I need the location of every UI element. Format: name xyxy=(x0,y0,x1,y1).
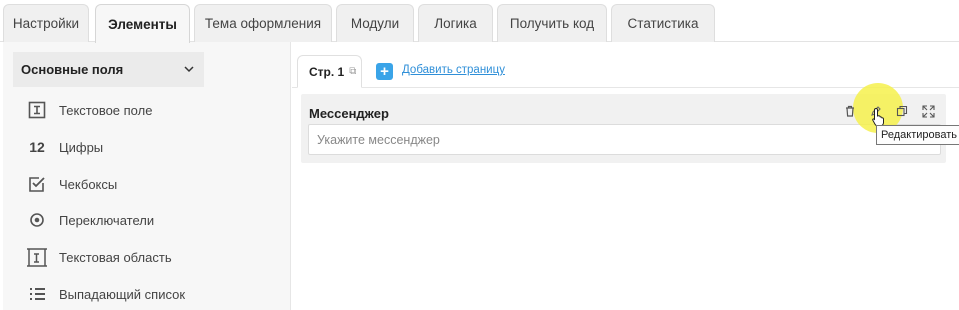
sidebar-item-label: Чекбоксы xyxy=(59,176,118,192)
pages-divider xyxy=(292,87,959,88)
sidebar-item-textarea[interactable]: Текстовая область xyxy=(25,245,172,269)
sidebar-item-dropdown[interactable]: Выпадающий список xyxy=(25,282,185,306)
elements-sidebar: Основные поля Текстовое поле 12 Цифры Че… xyxy=(3,42,291,310)
tab-get-code[interactable]: Получить код xyxy=(497,4,607,42)
tab-logic[interactable]: Логика xyxy=(418,4,493,42)
messenger-input[interactable]: Укажите мессенджер xyxy=(308,124,941,155)
top-tab-bar: Настройки Элементы Тема оформления Модул… xyxy=(0,0,959,43)
page-tab-1[interactable]: Стр. 1 ⧉ xyxy=(297,55,362,88)
expand-icon[interactable] xyxy=(919,102,937,120)
input-placeholder: Укажите мессенджер xyxy=(317,132,440,147)
checkbox-icon xyxy=(25,172,49,196)
delete-icon[interactable] xyxy=(841,102,859,120)
tab-elements[interactable]: Элементы xyxy=(95,4,190,43)
sidebar-item-label: Переключатели xyxy=(59,212,155,228)
numbers-icon: 12 xyxy=(29,139,45,155)
text-field-icon xyxy=(25,98,49,122)
sidebar-item-label: Текстовое поле xyxy=(59,102,153,118)
add-page-icon[interactable]: + xyxy=(376,63,393,80)
list-icon xyxy=(25,282,49,306)
sidebar-item-label: Цифры xyxy=(59,139,104,155)
section-title: Основные поля xyxy=(21,62,124,77)
hand-cursor-icon xyxy=(872,107,884,127)
basic-fields-section-toggle[interactable]: Основные поля xyxy=(13,52,204,87)
textarea-icon xyxy=(25,245,49,269)
sidebar-item-numbers[interactable]: 12 Цифры xyxy=(25,135,103,159)
sidebar-item-radios[interactable]: Переключатели xyxy=(25,208,154,232)
add-page-link[interactable]: Добавить страницу xyxy=(402,64,505,76)
tab-statistics[interactable]: Статистика xyxy=(611,4,715,42)
sidebar-item-label: Выпадающий список xyxy=(59,286,186,302)
field-label: Мессенджер xyxy=(309,106,389,121)
sidebar-item-label: Текстовая область xyxy=(59,249,172,265)
chevron-down-icon xyxy=(184,66,194,73)
tab-theme[interactable]: Тема оформления xyxy=(194,4,332,42)
messenger-field-card[interactable]: Мессенджер Укажите мессенджер xyxy=(301,83,946,163)
duplicate-icon[interactable] xyxy=(893,102,911,120)
sidebar-item-text-field[interactable]: Текстовое поле xyxy=(25,98,152,122)
edit-tooltip: Редактировать xyxy=(876,125,959,145)
radio-icon xyxy=(25,208,49,232)
sidebar-item-checkboxes[interactable]: Чекбоксы xyxy=(25,172,117,196)
page-tab-label: Стр. 1 xyxy=(309,64,345,79)
form-canvas: Стр. 1 ⧉ + Добавить страницу Мессенджер … xyxy=(292,42,959,310)
copy-page-icon[interactable]: ⧉ xyxy=(349,66,356,77)
tab-settings[interactable]: Настройки xyxy=(3,4,89,42)
tab-modules[interactable]: Модули xyxy=(336,4,414,42)
